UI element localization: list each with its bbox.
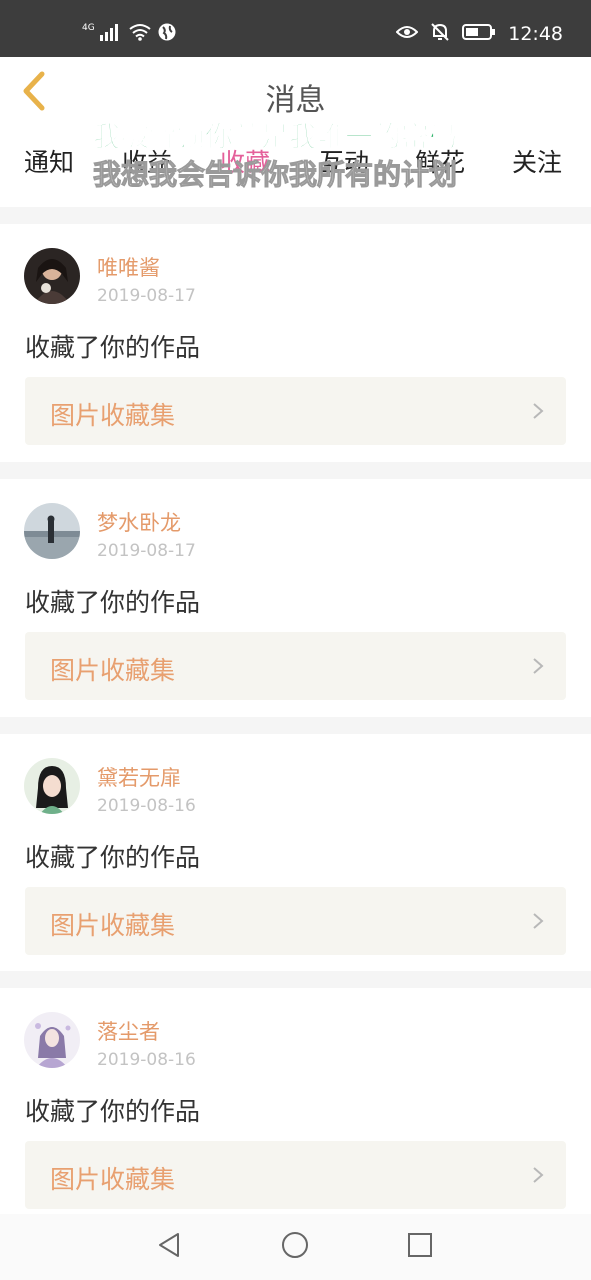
message-date: 2019-08-16 bbox=[97, 1050, 196, 1070]
page-title: 消息 bbox=[265, 83, 326, 118]
status-right: 12:48 bbox=[395, 20, 563, 48]
wifi-icon bbox=[129, 23, 151, 45]
avatar[interactable] bbox=[24, 503, 80, 559]
section-divider bbox=[0, 717, 591, 734]
section-divider bbox=[0, 971, 591, 988]
action-text: 收藏了你的作品 bbox=[25, 588, 201, 617]
collection-label: 图片收藏集 bbox=[50, 656, 176, 685]
eye-icon bbox=[395, 24, 419, 44]
username[interactable]: 落尘者 bbox=[97, 1016, 160, 1046]
app-header: 消息 bbox=[0, 57, 591, 130]
avatar[interactable] bbox=[24, 248, 80, 304]
action-text: 收藏了你的作品 bbox=[25, 333, 201, 362]
section-divider bbox=[0, 462, 591, 479]
collection-label: 图片收藏集 bbox=[50, 401, 176, 430]
message-card: 落尘者 2019-08-16 收藏了你的作品 图片收藏集 bbox=[0, 988, 591, 1226]
collection-link[interactable]: 图片收藏集 bbox=[25, 887, 566, 955]
status-bar: 4G 12:48 bbox=[0, 0, 591, 57]
collection-label: 图片收藏集 bbox=[50, 1165, 176, 1194]
status-left: 4G bbox=[82, 20, 177, 48]
collection-link[interactable]: 图片收藏集 bbox=[25, 1141, 566, 1209]
chevron-right-icon bbox=[532, 912, 544, 934]
username[interactable]: 唯唯酱 bbox=[97, 252, 160, 282]
nav-back-button[interactable] bbox=[152, 1230, 186, 1264]
message-card: 梦水卧龙 2019-08-17 收藏了你的作品 图片收藏集 bbox=[0, 479, 591, 717]
chevron-right-icon bbox=[532, 1166, 544, 1188]
vpn-globe-icon bbox=[157, 22, 177, 46]
tab-flowers[interactable]: 鲜花 bbox=[415, 143, 465, 179]
network-type: 4G bbox=[82, 23, 95, 33]
message-date: 2019-08-16 bbox=[97, 796, 196, 816]
collection-label: 图片收藏集 bbox=[50, 911, 176, 940]
message-card: 黛若无扉 2019-08-16 收藏了你的作品 图片收藏集 bbox=[0, 734, 591, 972]
nav-home-button[interactable] bbox=[278, 1230, 312, 1264]
collection-link[interactable]: 图片收藏集 bbox=[25, 377, 566, 445]
chevron-right-icon bbox=[532, 402, 544, 424]
avatar[interactable] bbox=[24, 758, 80, 814]
message-date: 2019-08-17 bbox=[97, 286, 196, 306]
avatar[interactable] bbox=[24, 1012, 80, 1068]
nav-recent-button[interactable] bbox=[403, 1230, 437, 1264]
nav-home-icon bbox=[281, 1231, 309, 1263]
tab-notifications[interactable]: 通知 bbox=[24, 143, 74, 179]
message-card: 唯唯酱 2019-08-17 收藏了你的作品 图片收藏集 bbox=[0, 224, 591, 462]
status-time: 12:48 bbox=[508, 23, 563, 45]
tab-favorites[interactable]: 收藏 bbox=[220, 143, 270, 179]
username[interactable]: 梦水卧龙 bbox=[97, 507, 181, 537]
username[interactable]: 黛若无扉 bbox=[97, 762, 181, 792]
message-date: 2019-08-17 bbox=[97, 541, 196, 561]
action-text: 收藏了你的作品 bbox=[25, 1097, 201, 1126]
nav-back-icon bbox=[156, 1231, 182, 1263]
tab-follows[interactable]: 关注 bbox=[512, 143, 562, 179]
bell-off-icon bbox=[430, 22, 450, 46]
chevron-right-icon bbox=[532, 657, 544, 679]
tab-earnings[interactable]: 收益 bbox=[122, 143, 172, 179]
action-text: 收藏了你的作品 bbox=[25, 843, 201, 872]
collection-link[interactable]: 图片收藏集 bbox=[25, 632, 566, 700]
signal-icon bbox=[99, 23, 123, 45]
section-divider bbox=[0, 207, 591, 224]
battery-icon bbox=[462, 24, 496, 44]
tab-interactions[interactable]: 互动 bbox=[319, 143, 369, 179]
nav-recent-icon bbox=[407, 1232, 433, 1262]
tab-bar: 通知 收益 收藏 互动 鲜花 关注 bbox=[0, 129, 591, 207]
system-nav-bar bbox=[0, 1214, 591, 1280]
